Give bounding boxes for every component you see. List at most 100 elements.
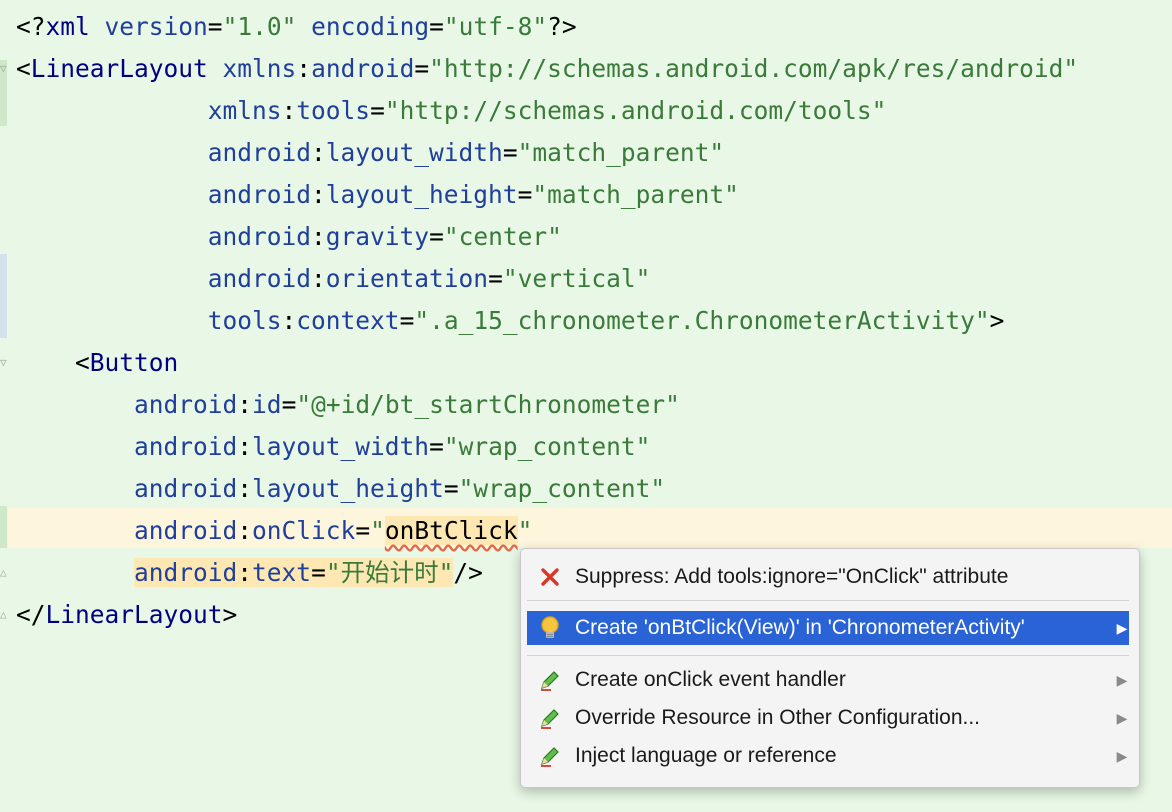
code-token: "开始计时" (325, 558, 454, 587)
code-line[interactable]: android:layout_height="match_parent" (16, 174, 739, 216)
code-token: = (414, 54, 430, 83)
code-line[interactable]: android:layout_width="match_parent" (16, 132, 724, 174)
code-line[interactable]: android:layout_height="wrap_content" (16, 468, 665, 510)
code-token: "http://schemas.android.com/tools" (384, 96, 887, 125)
menu-item-label: Inject language or reference (575, 744, 837, 767)
lightbulb-icon (537, 615, 563, 641)
code-token: onClick (252, 516, 356, 545)
code-token: = (502, 138, 518, 167)
code-token: : (296, 54, 312, 83)
submenu-arrow-icon: ▶ (1116, 671, 1128, 688)
submenu-arrow-icon: ▶ (1116, 709, 1128, 726)
code-token: " (370, 516, 385, 545)
code-token: = (517, 180, 533, 209)
pencil-icon (537, 705, 563, 731)
menu-item-label: Create 'onBtClick(View)' in 'Chronometer… (575, 616, 1025, 639)
code-line[interactable]: </LinearLayout> (16, 594, 237, 636)
code-token: = (399, 306, 415, 335)
code-token: layout_width (325, 138, 503, 167)
code-token: xmlns (207, 96, 282, 125)
create-onclick-handler-item[interactable]: Create onClick event handler ▶ (527, 663, 1129, 697)
code-token: android (134, 390, 238, 419)
code-token: <? (16, 12, 46, 41)
code-token: : (311, 222, 326, 251)
menu-separator (527, 600, 1129, 601)
create-onbtclick-item[interactable]: Create 'onBtClick(View)' in 'Chronometer… (527, 611, 1129, 645)
code-token: "utf-8" (443, 12, 548, 41)
code-token: : (237, 558, 253, 587)
code-token: : (237, 516, 253, 545)
code-token: = (355, 516, 371, 545)
fold-icon[interactable]: △ (0, 566, 12, 580)
code-token: = (429, 222, 444, 251)
menu-item-label: Create onClick event handler (575, 668, 846, 691)
code-line[interactable]: <Button (16, 342, 178, 384)
code-line[interactable]: android:gravity="center" (16, 216, 562, 258)
code-line[interactable]: android:id="@+id/bt_startChronometer" (16, 384, 680, 426)
code-token: layout_height (252, 474, 444, 503)
code-line[interactable]: <LinearLayout xmlns:android="http://sche… (16, 48, 1078, 90)
code-token: = (443, 474, 459, 503)
code-line[interactable]: <?xml version="1.0" encoding="utf-8"?> (16, 6, 577, 48)
code-token: tools (207, 306, 282, 335)
code-token: android (134, 474, 238, 503)
pencil-icon (537, 743, 563, 769)
code-token: /> (453, 558, 483, 587)
code-line[interactable]: android:layout_width="wrap_content" (16, 426, 650, 468)
code-token: " (517, 516, 533, 545)
code-line[interactable]: android:onClick="onBtClick" (16, 510, 532, 552)
code-token: LinearLayout (30, 54, 223, 83)
code-line[interactable]: android:text="开始计时"/> (16, 552, 483, 594)
code-token: "match_parent" (517, 138, 725, 167)
code-token: = (429, 432, 444, 461)
code-token: : (311, 138, 326, 167)
unresolved-handler-token: onBtClick (384, 516, 518, 545)
code-token: android (134, 432, 238, 461)
code-token: android (311, 54, 415, 83)
code-token: "wrap_content" (458, 474, 666, 503)
code-token: = (311, 558, 326, 587)
suppress-onclick-item[interactable]: Suppress: Add tools:ignore="OnClick" att… (527, 560, 1129, 594)
code-token: tools (296, 96, 371, 125)
code-token: : (237, 390, 253, 419)
code-token: : (311, 180, 326, 209)
code-token: : (237, 474, 253, 503)
code-token: : (311, 264, 326, 293)
code-token: : (281, 306, 297, 335)
fold-icon[interactable]: ▽ (0, 62, 12, 76)
code-token: = (370, 96, 385, 125)
code-line[interactable]: tools:context=".a_15_chronometer.Chronom… (16, 300, 1005, 342)
code-line[interactable]: android:orientation="vertical" (16, 258, 651, 300)
fold-icon[interactable]: ▽ (0, 356, 12, 370)
code-token: > (989, 306, 1005, 335)
code-token: "http://schemas.android.com/apk/res/andr… (429, 54, 1079, 83)
code-token: ?> (547, 12, 577, 41)
code-line[interactable]: xmlns:tools="http://schemas.android.com/… (16, 90, 887, 132)
code-token: android (207, 222, 312, 251)
code-token: layout_height (325, 180, 518, 209)
code-token: android (134, 516, 238, 545)
code-token: text (252, 558, 312, 587)
gutter-change-marker (0, 506, 7, 548)
code-token: < (16, 348, 90, 377)
code-token: gravity (325, 222, 430, 251)
code-token: LinearLayout (45, 600, 223, 629)
code-token: : (237, 432, 253, 461)
code-token: context (296, 306, 400, 335)
inject-language-item[interactable]: Inject language or reference ▶ (527, 739, 1129, 773)
intention-actions-popup: Suppress: Add tools:ignore="OnClick" att… (520, 548, 1140, 788)
fold-icon[interactable]: △ (0, 608, 12, 622)
code-token: version (104, 12, 208, 41)
code-token: > (222, 600, 238, 629)
code-token: "1.0" (222, 12, 297, 41)
override-resource-item[interactable]: Override Resource in Other Configuration… (527, 701, 1129, 735)
